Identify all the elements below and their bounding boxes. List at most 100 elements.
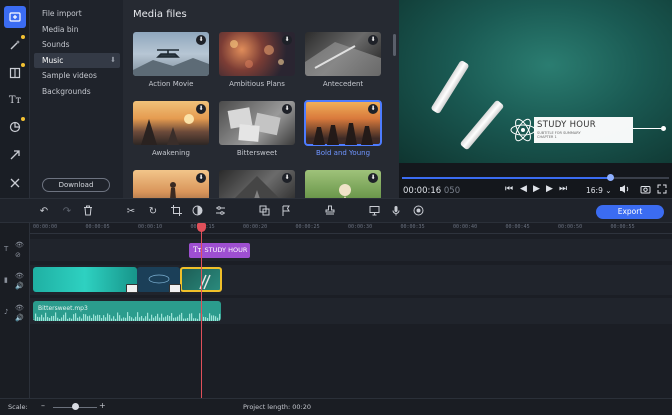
cut-icon[interactable]: ✂ (124, 205, 138, 218)
download-icon[interactable]: ⬇ (368, 104, 378, 114)
waveform-bar (43, 317, 45, 321)
import-icon[interactable] (4, 6, 26, 28)
settings-sliders-icon[interactable] (213, 205, 227, 218)
waveform-bar (145, 316, 147, 321)
menu-item-file-import[interactable]: File import (34, 6, 120, 21)
lock-icon[interactable]: ⊘ (15, 251, 21, 259)
monitor-icon[interactable] (367, 205, 381, 218)
menu-item-sounds[interactable]: Sounds (34, 37, 120, 52)
color-adjust-icon[interactable] (190, 205, 204, 218)
transition-marker[interactable] (126, 284, 138, 293)
waveform-bar (91, 318, 93, 321)
aspect-ratio-select[interactable]: 16:9 ⌄ (586, 186, 612, 195)
download-icon[interactable]: ⬇ (368, 35, 378, 45)
zoom-out-icon[interactable]: – (41, 401, 45, 410)
media-tile[interactable]: ⬇ Awakening (133, 101, 209, 157)
menu-item-media-bin[interactable]: Media bin (34, 22, 120, 37)
title-card-subtitle: SUBTITLE FOR SUMMARY CHAPTER 1 (537, 131, 581, 139)
menu-item-backgrounds[interactable]: Backgrounds (34, 84, 120, 99)
audio-clip[interactable]: Bittersweet.mp3 (33, 301, 221, 321)
visibility-icon[interactable]: 👁 (15, 241, 24, 249)
playhead-handle[interactable] (197, 223, 206, 232)
ruler-tick-label: 00:00:50 (558, 224, 583, 230)
skip-start-icon[interactable]: ⏮ (505, 184, 513, 194)
title-clip[interactable]: Tт STUDY HOUR (189, 243, 250, 258)
thumbnail: ⬇ (304, 100, 382, 146)
waveform-bar (181, 312, 183, 321)
filters-icon[interactable] (4, 62, 26, 84)
video-clip[interactable] (33, 267, 137, 292)
waveform-bar (207, 318, 209, 321)
resize-handle[interactable] (661, 126, 666, 131)
playback-progress[interactable] (402, 174, 669, 181)
redo-icon[interactable]: ↷ (60, 205, 74, 218)
media-tile[interactable]: ⬇ (305, 170, 381, 198)
waveform-bar (211, 315, 213, 321)
titles-icon[interactable]: Tт (4, 89, 26, 111)
mute-icon[interactable]: 🔊 (15, 314, 24, 322)
transition-marker[interactable] (169, 284, 181, 293)
export-button[interactable]: Export (596, 205, 664, 219)
microphone-icon[interactable] (389, 205, 403, 218)
waveform-bar (173, 317, 175, 321)
overlay-icon[interactable] (257, 205, 271, 218)
menu-item-music[interactable]: Music ⬇ (34, 53, 120, 68)
video-preview[interactable]: STUDY HOUR SUBTITLE FOR SUMMARY CHAPTER … (399, 0, 672, 163)
step-forward-icon[interactable]: ▶ (546, 184, 553, 194)
mute-icon[interactable]: 🔊 (15, 282, 24, 290)
fullscreen-icon[interactable] (657, 184, 667, 197)
media-tile[interactable]: ⬇ Action Movie (133, 32, 209, 88)
transitions-icon[interactable] (4, 144, 26, 166)
ruler-tick-label: 00:00:40 (453, 224, 478, 230)
ruler-tick-label: 00:00:55 (610, 224, 635, 230)
undo-icon[interactable]: ↶ (37, 205, 51, 218)
playhead[interactable] (201, 223, 202, 398)
menu-item-sample-videos[interactable]: Sample videos (34, 68, 120, 83)
waveform-bar (103, 315, 105, 321)
play-icon[interactable]: ▶ (533, 184, 540, 194)
download-icon[interactable]: ⬇ (282, 35, 292, 45)
ruler-tick-label: 00:00:45 (505, 224, 530, 230)
zoom-in-icon[interactable]: + (99, 401, 106, 410)
media-tile[interactable]: ⬇ (219, 170, 295, 198)
volume-icon[interactable] (619, 184, 630, 197)
scale-slider-knob[interactable] (72, 403, 79, 410)
media-tile[interactable]: ⬇ Bittersweet (219, 101, 295, 157)
media-tile[interactable]: ⬇ Antecedent (305, 32, 381, 88)
visibility-icon[interactable]: 👁 (15, 304, 24, 312)
magic-wand-icon[interactable] (4, 34, 26, 56)
crop-icon[interactable] (169, 205, 183, 218)
stamp-icon[interactable] (323, 205, 337, 218)
progress-fill (402, 177, 611, 179)
waveform-bar (187, 317, 189, 321)
download-icon[interactable]: ⬇ (368, 173, 378, 183)
delete-icon[interactable] (81, 205, 95, 218)
waveform-bar (35, 313, 37, 321)
time-ruler[interactable]: 00:00:0000:00:0500:00:1000:00:1500:00:20… (30, 223, 672, 235)
flag-icon[interactable] (279, 205, 293, 218)
visibility-icon[interactable]: 👁 (15, 272, 24, 280)
title-card[interactable]: STUDY HOUR SUBTITLE FOR SUMMARY CHAPTER … (534, 117, 633, 143)
waveform-bar (97, 314, 99, 321)
media-tile[interactable]: ⬇ Bold and Young (304, 100, 382, 157)
tile-label: Bittersweet (236, 149, 278, 157)
download-icon[interactable]: ⬇ (282, 104, 292, 114)
step-back-icon[interactable]: ◀ (520, 184, 527, 194)
media-tile[interactable]: ⬇ (133, 170, 209, 198)
media-tile[interactable]: ⬇ Ambitious Plans (219, 32, 295, 88)
more-tools-icon[interactable] (4, 172, 26, 194)
snapshot-icon[interactable] (640, 184, 651, 197)
download-icon[interactable]: ⬇ (196, 173, 206, 183)
download-icon[interactable]: ⬇ (282, 173, 292, 183)
download-icon[interactable]: ⬇ (196, 35, 206, 45)
record-icon[interactable] (411, 205, 425, 218)
progress-knob[interactable] (607, 174, 615, 181)
download-button[interactable]: Download (42, 178, 110, 192)
rotate-icon[interactable]: ↻ (146, 205, 160, 218)
waveform-bar (95, 315, 97, 321)
scrollbar[interactable] (393, 34, 396, 56)
skip-end-icon[interactable]: ⏭ (559, 184, 567, 194)
download-icon[interactable]: ⬇ (196, 104, 206, 114)
waveform-bar (71, 318, 73, 321)
stickers-icon[interactable] (4, 116, 26, 138)
